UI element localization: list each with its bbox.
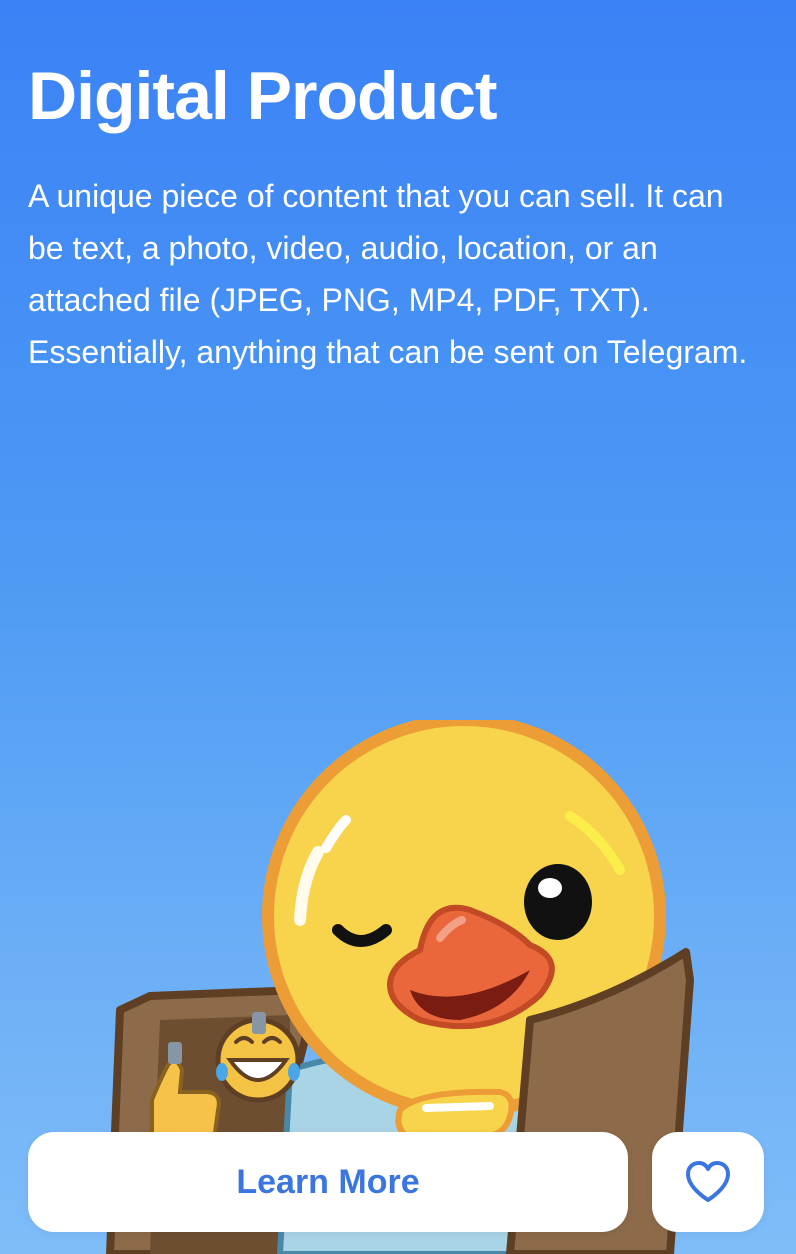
heart-icon <box>686 1161 730 1202</box>
favorite-button[interactable] <box>652 1132 764 1232</box>
learn-more-button[interactable]: Learn More <box>28 1132 628 1232</box>
page-title: Digital Product <box>28 58 498 134</box>
open-eye <box>524 864 592 940</box>
product-description: A unique piece of content that you can s… <box>28 178 748 370</box>
